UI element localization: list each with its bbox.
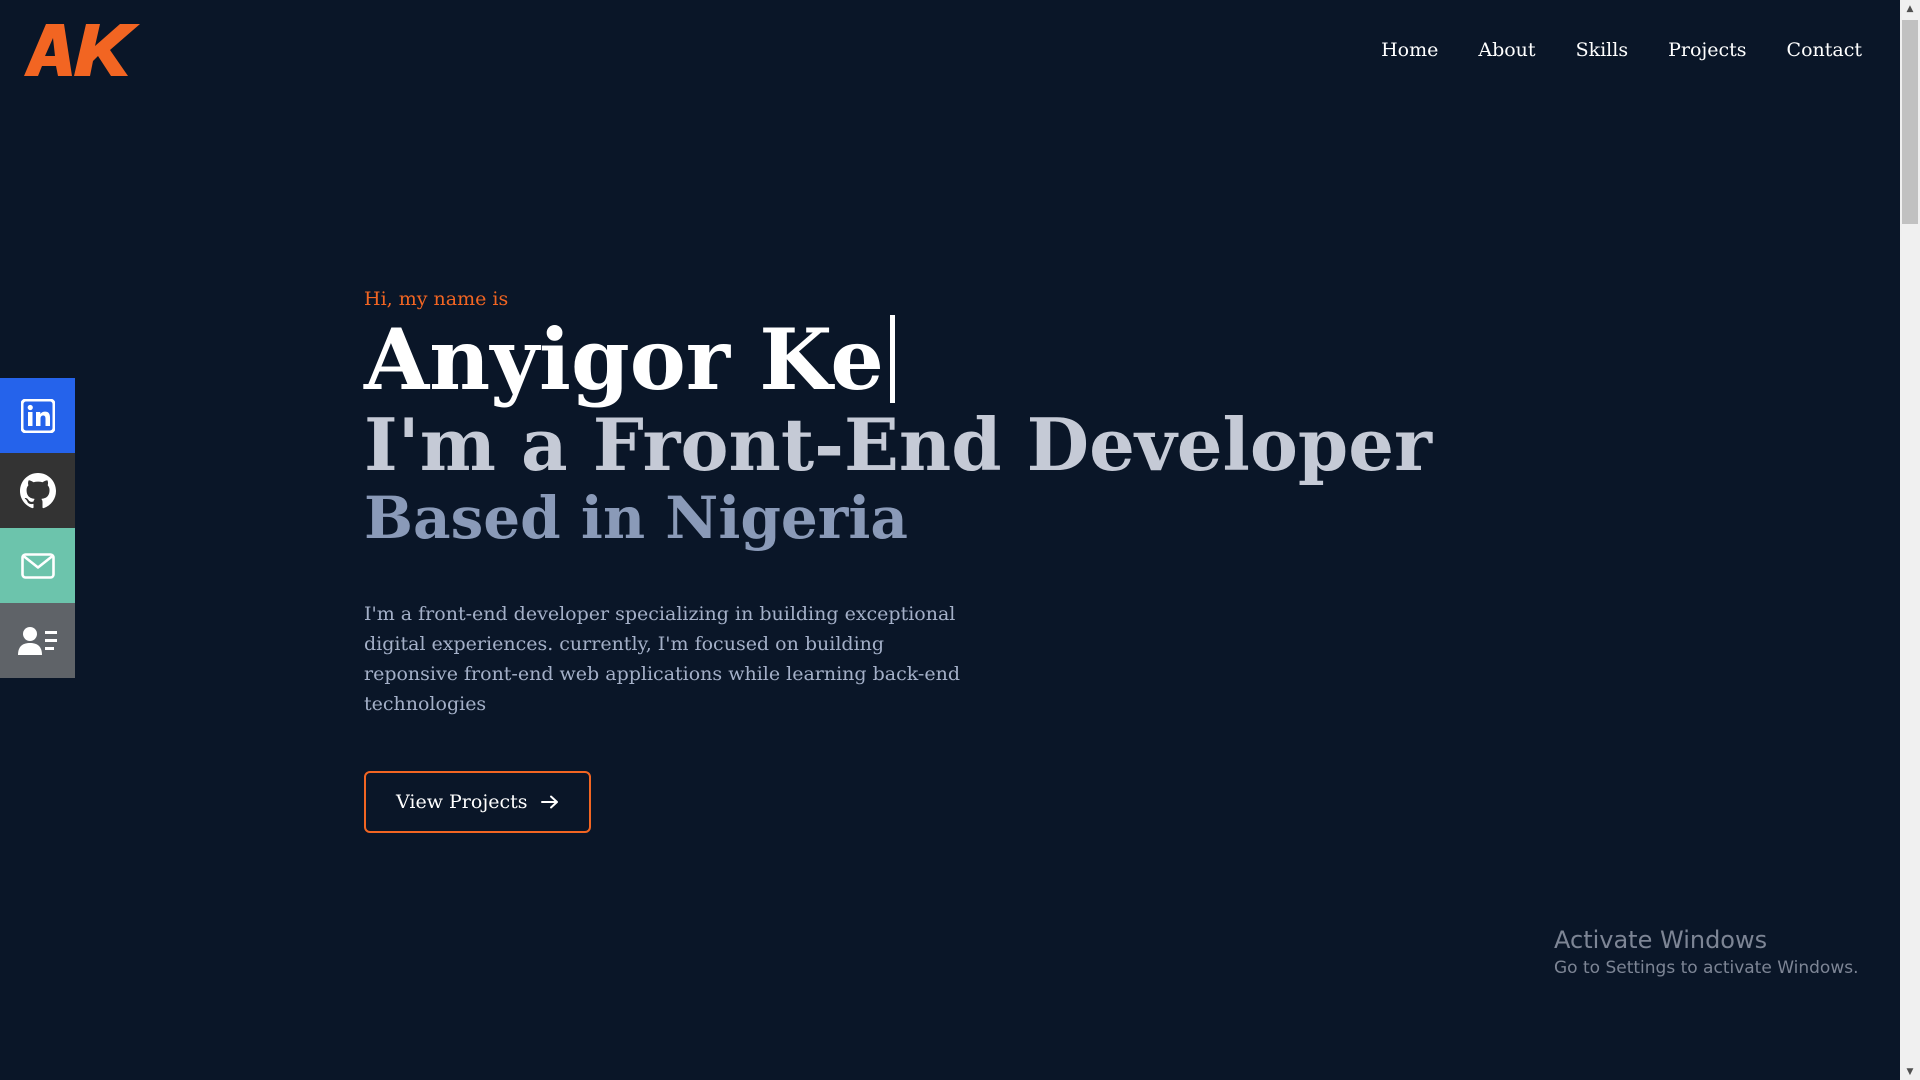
scrollbar-thumb[interactable] [1902,20,1918,224]
email-link[interactable] [0,528,75,603]
watermark-subtitle: Go to Settings to activate Windows. [1554,958,1859,978]
hero-name-heading: Anyigor Ke [364,313,1564,407]
nav-contact-link[interactable]: Contact [1787,36,1862,64]
social-sidebar [0,378,75,678]
nav-about-link[interactable]: About [1478,36,1535,64]
ak-logo[interactable] [24,22,142,78]
logo-mark [24,24,140,76]
view-projects-label: View Projects [396,791,528,813]
arrow-right-icon [541,795,559,809]
scroll-down-arrow-icon[interactable]: ▼ [1900,1063,1920,1080]
greeting-text: Hi, my name is [364,288,509,310]
contact-card-icon [17,626,57,655]
mail-icon [20,552,55,579]
resume-link[interactable] [0,603,75,678]
github-link[interactable] [0,453,75,528]
view-projects-button[interactable]: View Projects [364,771,592,833]
hero-description: I'm a front-end developer specializing i… [364,603,960,715]
typing-caret [889,315,895,403]
nav-skills-link[interactable]: Skills [1576,36,1629,64]
watermark-title: Activate Windows [1554,926,1768,954]
nav-home-link[interactable]: Home [1381,36,1438,64]
hero-section: Hi, my name is Anyigor Ke I'm a Front-En… [364,285,1564,833]
windows-activation-watermark: Activate Windows Go to Settings to activ… [1554,924,1859,980]
hero-name-text: Anyigor Ke [364,310,884,409]
hero-role-heading: I'm a Front-End Developer [364,402,1432,487]
github-icon [19,472,56,508]
linkedin-icon [20,398,55,433]
main-nav: Home About Skills Projects Contact [1341,36,1862,64]
nav-projects-link[interactable]: Projects [1668,36,1746,64]
portfolio-page: Home About Skills Projects Contact Hi, m… [0,0,1900,1080]
linkedin-link[interactable] [0,378,75,453]
scroll-up-arrow-icon[interactable]: ▲ [1900,0,1920,17]
vertical-scrollbar[interactable]: ▲ ▼ [1900,0,1920,1080]
hero-location-heading: Based in Nigeria [364,484,908,552]
